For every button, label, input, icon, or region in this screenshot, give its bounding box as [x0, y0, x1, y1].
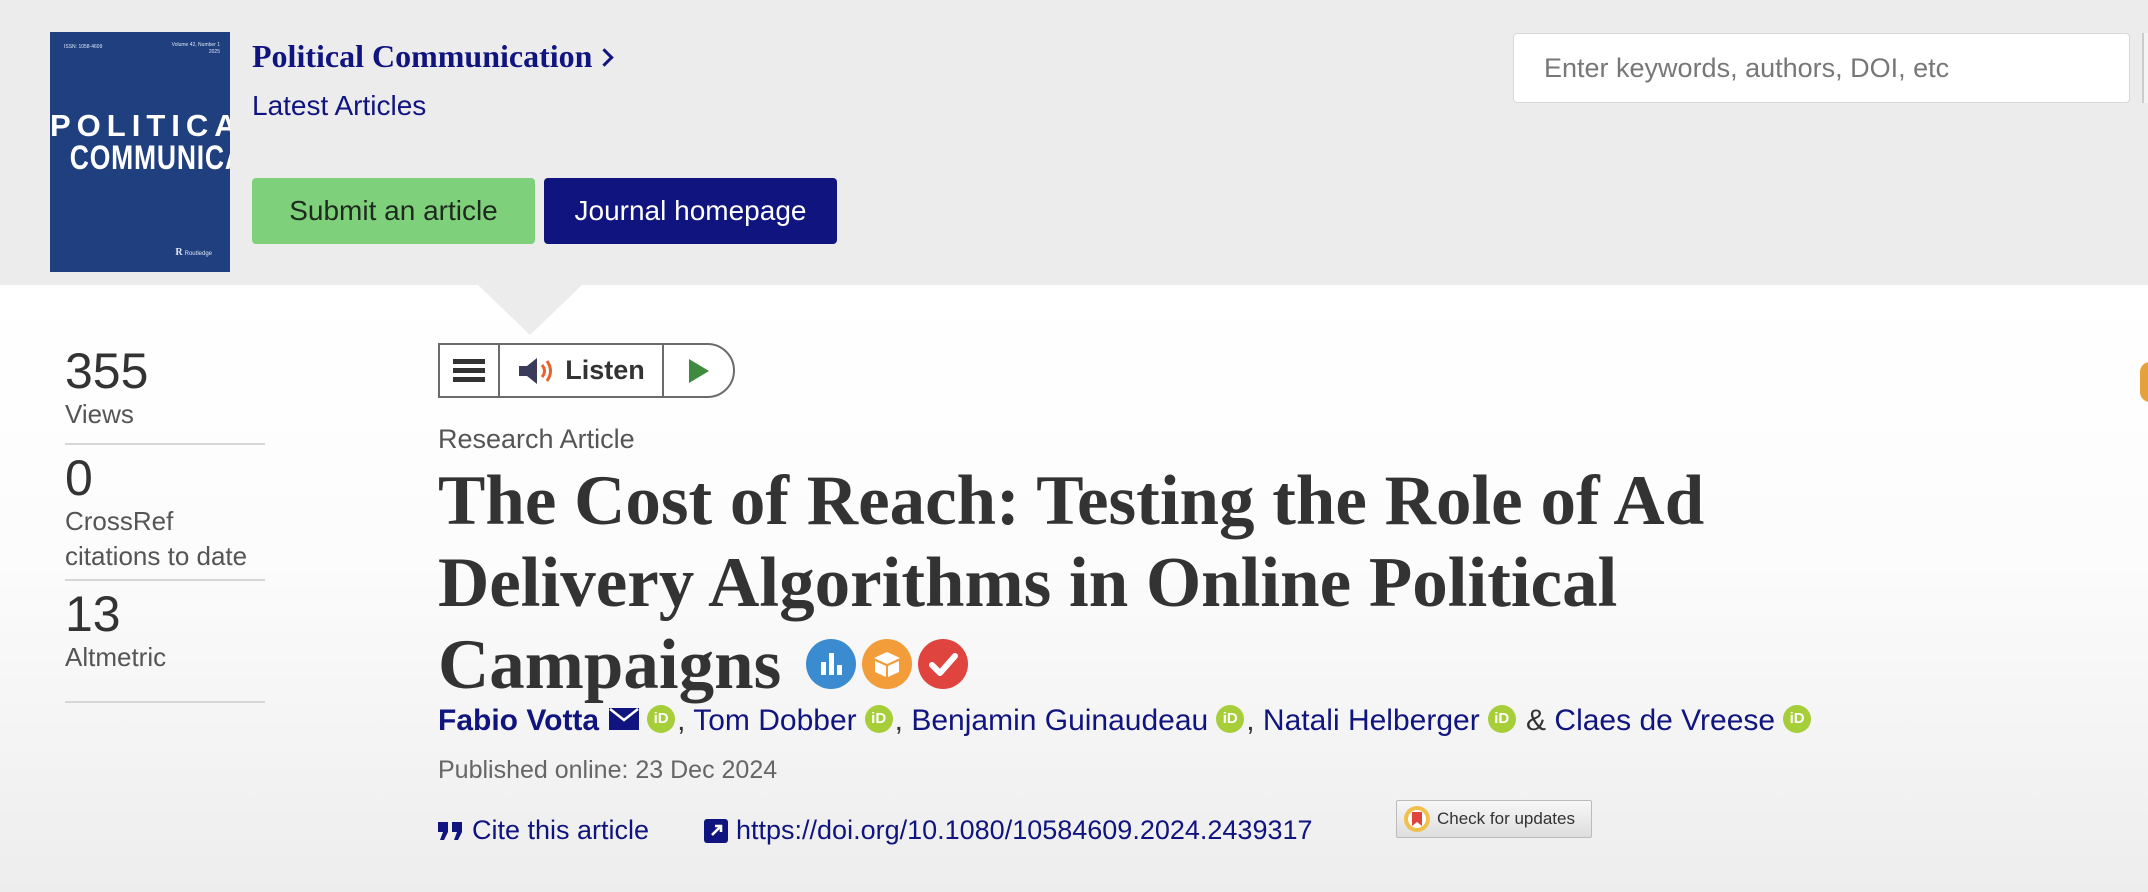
- author-link[interactable]: Tom Dobber: [693, 704, 856, 737]
- cover-issn: ISSN: 1058-4609: [64, 44, 103, 50]
- check-for-updates-label: Check for updates: [1437, 809, 1575, 828]
- listen-label: Listen: [565, 355, 645, 385]
- play-button[interactable]: [664, 345, 733, 396]
- cite-article-link[interactable]: Cite this article: [438, 815, 649, 846]
- published-date: Published online: 23 Dec 2024: [438, 756, 778, 784]
- listen-button[interactable]: Listen: [500, 345, 664, 396]
- metric-altmetric[interactable]: 13 Altmetric: [65, 588, 265, 703]
- cover-volume-text: Volume 42, Number 1: [171, 42, 220, 48]
- search-button-edge[interactable]: [2142, 33, 2148, 103]
- cover-publisher-name: Routledge: [184, 251, 212, 257]
- email-icon[interactable]: [609, 708, 640, 731]
- journal-title-text: Political Communication: [252, 38, 593, 74]
- article-type: Research Article: [438, 424, 635, 454]
- doi-link[interactable]: https://doi.org/10.1080/10584609.2024.24…: [704, 815, 1313, 846]
- speaker-icon: [519, 357, 553, 384]
- open-materials-badge-icon[interactable]: [861, 638, 913, 690]
- preregistered-badge-icon[interactable]: [917, 638, 969, 690]
- orcid-icon[interactable]: iD: [864, 705, 893, 734]
- metric-crossref-label: CrossRef citations to date: [65, 506, 248, 571]
- author-link[interactable]: Natali Helberger: [1263, 704, 1480, 737]
- open-data-badge-icon[interactable]: [805, 638, 857, 690]
- external-link-icon: [704, 818, 728, 843]
- metric-views-value: 355: [65, 343, 149, 399]
- journal-cover-image[interactable]: ISSN: 1058-4609 Volume 42, Number 1 2025…: [50, 32, 230, 272]
- metric-views-label: Views: [65, 399, 134, 429]
- readspeaker-widget: Listen: [438, 343, 735, 398]
- cover-year: 2025: [208, 49, 220, 55]
- author-link[interactable]: Benjamin Guinaudeau: [911, 704, 1208, 737]
- metric-crossref[interactable]: 0 CrossRef citations to date: [65, 452, 265, 581]
- cite-label: Cite this article: [472, 815, 650, 845]
- journal-homepage-button[interactable]: Journal homepage: [544, 178, 837, 244]
- open-science-badges: [805, 638, 969, 690]
- article-title: The Cost of Reach: Testing the Role of A…: [438, 462, 1705, 704]
- article-title-block: The Cost of Reach: Testing the Role of A…: [438, 460, 1918, 706]
- orcid-icon[interactable]: iD: [1783, 705, 1812, 734]
- orcid-icon[interactable]: iD: [647, 705, 676, 734]
- orcid-icon[interactable]: iD: [1487, 705, 1516, 734]
- cover-title: POLITICAL COMMUNICATION: [50, 108, 230, 177]
- metric-altmetric-value: 13: [65, 586, 121, 642]
- cover-title-line1: POLITICAL: [50, 108, 230, 143]
- cover-volume: Volume 42, Number 1 2025: [172, 42, 220, 56]
- check-for-updates-button[interactable]: Check for updates: [1396, 800, 1592, 838]
- metric-crossref-value: 0: [65, 450, 93, 506]
- side-widget-tab[interactable]: [2140, 362, 2148, 402]
- metric-views: 355 Views: [65, 345, 265, 445]
- chevron-right-icon: [595, 48, 615, 67]
- journal-title-link[interactable]: Political Communication: [252, 38, 615, 75]
- quote-icon: [438, 821, 462, 840]
- header-pointer-notch: [478, 285, 582, 335]
- submit-article-button[interactable]: Submit an article: [252, 178, 535, 244]
- crossmark-icon: [1404, 806, 1430, 832]
- journal-header: ISSN: 1058-4609 Volume 42, Number 1 2025…: [0, 0, 2148, 285]
- author-separator: ,: [677, 704, 686, 737]
- author-separator: &: [1517, 704, 1547, 737]
- author-separator: ,: [894, 704, 903, 737]
- author-link[interactable]: Claes de Vreese: [1554, 704, 1775, 737]
- cover-publisher: R Routledge: [175, 247, 212, 258]
- metric-altmetric-label: Altmetric: [65, 642, 167, 672]
- author-link[interactable]: Fabio Votta: [438, 704, 599, 737]
- author-list: Fabio Votta iD, Tom Dobber iD, Benjamin Gu…: [438, 704, 1813, 738]
- orcid-icon[interactable]: iD: [1216, 705, 1245, 734]
- cover-title-line2: COMMUNICATION: [69, 139, 230, 177]
- journal-section-label: Latest Articles: [252, 90, 427, 121]
- doi-text: https://doi.org/10.1080/10584609.2024.24…: [736, 815, 1313, 845]
- routledge-logo-icon: R: [175, 247, 183, 258]
- menu-icon[interactable]: [440, 345, 500, 396]
- author-separator: ,: [1246, 704, 1255, 737]
- play-icon: [688, 358, 709, 383]
- search-input[interactable]: [1513, 33, 2130, 103]
